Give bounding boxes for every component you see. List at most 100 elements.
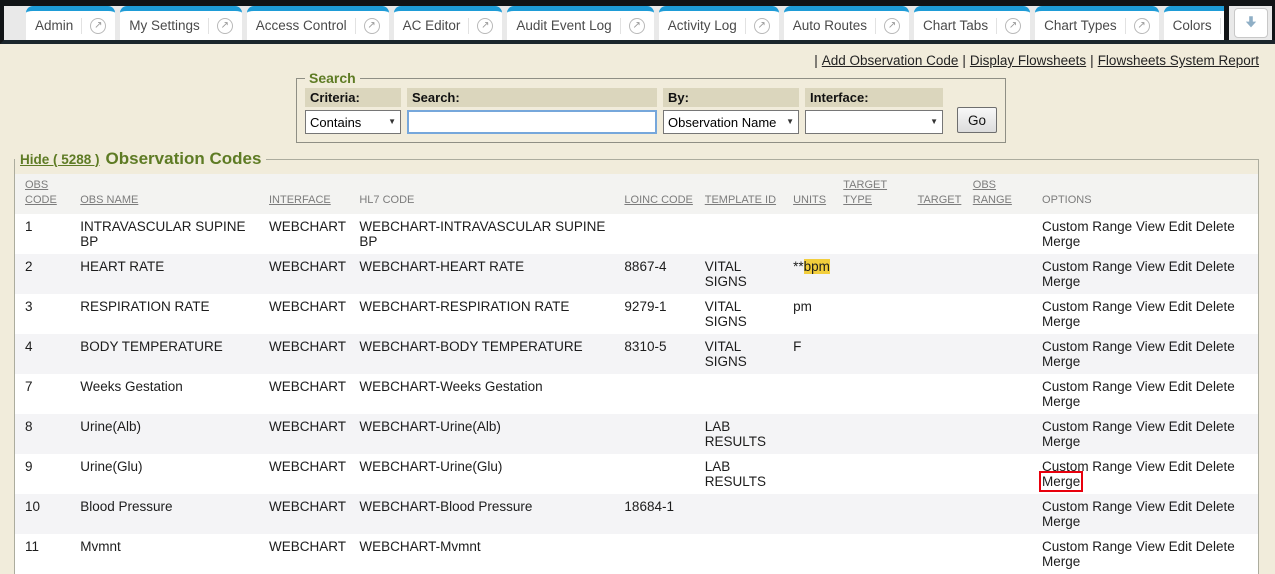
sort-link-obs-name[interactable]: OBS NAME	[80, 194, 138, 206]
cell-obs-range	[973, 254, 1042, 294]
view-link[interactable]: View	[1136, 379, 1165, 394]
cell-interface: WEBCHART	[269, 294, 359, 334]
tab-activity-log[interactable]: Activity Log↗	[659, 6, 779, 40]
cell-target	[918, 414, 973, 454]
cell-target-type	[843, 334, 917, 374]
scroll-tabs-button[interactable]	[1234, 8, 1268, 38]
view-link[interactable]: View	[1136, 419, 1165, 434]
interface-select[interactable]	[805, 110, 943, 134]
sort-link-obs-code[interactable]: OBS CODE	[25, 179, 57, 206]
header-links: |Add Observation Code|Display Flowsheets…	[0, 44, 1275, 70]
cell-options: Custom Range View Edit Delete Merge	[1042, 334, 1258, 374]
link-add-observation-code[interactable]: Add Observation Code	[822, 53, 959, 68]
custom-range-link[interactable]: Custom Range	[1042, 339, 1132, 354]
custom-range-link[interactable]: Custom Range	[1042, 539, 1132, 554]
edit-link[interactable]: Edit	[1169, 379, 1192, 394]
edit-link[interactable]: Edit	[1169, 299, 1192, 314]
delete-link[interactable]: Delete	[1196, 339, 1235, 354]
column-header-options: OPTIONS	[1042, 174, 1258, 214]
view-link[interactable]: View	[1136, 459, 1165, 474]
sort-link-loinc-code[interactable]: LOINC CODE	[624, 194, 692, 206]
tab-colors[interactable]: Colors↗	[1164, 6, 1224, 40]
tab-auto-routes[interactable]: Auto Routes↗	[784, 6, 909, 40]
merge-link[interactable]: Merge	[1042, 354, 1080, 369]
sort-link-target-type[interactable]: TARGET TYPE	[843, 179, 887, 206]
edit-link[interactable]: Edit	[1169, 539, 1192, 554]
tab-chart-types[interactable]: Chart Types↗	[1035, 6, 1159, 40]
tab-audit-event-log[interactable]: Audit Event Log↗	[507, 6, 653, 40]
cell-obs-name: Urine(Glu)	[80, 454, 269, 494]
view-link[interactable]: View	[1136, 219, 1165, 234]
edit-link[interactable]: Edit	[1169, 499, 1192, 514]
search-input[interactable]	[407, 110, 657, 134]
cell-target	[918, 294, 973, 334]
tab-ac-editor[interactable]: AC Editor↗	[394, 6, 503, 40]
tab-icon-wrap: ↗	[208, 18, 233, 34]
view-link[interactable]: View	[1136, 259, 1165, 274]
cell-units	[793, 414, 843, 454]
cell-interface: WEBCHART	[269, 454, 359, 494]
custom-range-link[interactable]: Custom Range	[1042, 499, 1132, 514]
edit-link[interactable]: Edit	[1169, 419, 1192, 434]
sort-link-interface[interactable]: INTERFACE	[269, 194, 331, 206]
sort-link-template-id[interactable]: TEMPLATE ID	[705, 194, 776, 206]
cell-obs-code: 3	[15, 294, 80, 334]
view-link[interactable]: View	[1136, 339, 1165, 354]
cell-target-type	[843, 374, 917, 414]
custom-range-link[interactable]: Custom Range	[1042, 259, 1132, 274]
delete-link[interactable]: Delete	[1196, 419, 1235, 434]
edit-link[interactable]: Edit	[1169, 219, 1192, 234]
cell-units	[793, 454, 843, 494]
tab-icon-wrap: ↗	[996, 18, 1021, 34]
by-select[interactable]: Observation Name	[663, 110, 799, 134]
cell-target	[918, 254, 973, 294]
search-row: Criteria: Contains Search: By: Observati…	[305, 88, 997, 134]
hide-count-link[interactable]: Hide ( 5288 )	[20, 152, 100, 167]
tab-admin[interactable]: Admin↗	[26, 6, 115, 40]
sort-link-target[interactable]: TARGET	[918, 194, 962, 206]
cell-target	[918, 494, 973, 534]
tab-icon-wrap: ↗	[1125, 18, 1150, 34]
custom-range-link[interactable]: Custom Range	[1042, 379, 1132, 394]
cell-target-type	[843, 494, 917, 534]
merge-link[interactable]: Merge	[1042, 314, 1080, 329]
sort-link-units[interactable]: UNITS	[793, 194, 826, 206]
merge-link[interactable]: Merge	[1042, 234, 1080, 249]
custom-range-link[interactable]: Custom Range	[1042, 459, 1132, 474]
edit-link[interactable]: Edit	[1169, 339, 1192, 354]
delete-link[interactable]: Delete	[1196, 499, 1235, 514]
link-flowsheets-system-report[interactable]: Flowsheets System Report	[1098, 53, 1259, 68]
custom-range-link[interactable]: Custom Range	[1042, 299, 1132, 314]
delete-link[interactable]: Delete	[1196, 379, 1235, 394]
custom-range-link[interactable]: Custom Range	[1042, 219, 1132, 234]
merge-link[interactable]: Merge	[1042, 394, 1080, 409]
cell-target-type	[843, 214, 917, 254]
link-separator: |	[810, 53, 822, 68]
merge-link[interactable]: Merge	[1042, 434, 1080, 449]
merge-link[interactable]: Merge	[1042, 474, 1080, 489]
tab-label: Auto Routes	[793, 18, 875, 33]
delete-link[interactable]: Delete	[1196, 459, 1235, 474]
view-link[interactable]: View	[1136, 299, 1165, 314]
delete-link[interactable]: Delete	[1196, 299, 1235, 314]
by-group: By: Observation Name	[663, 88, 799, 134]
custom-range-link[interactable]: Custom Range	[1042, 419, 1132, 434]
delete-link[interactable]: Delete	[1196, 539, 1235, 554]
view-link[interactable]: View	[1136, 499, 1165, 514]
view-link[interactable]: View	[1136, 539, 1165, 554]
cell-options: Custom Range View Edit Delete Merge	[1042, 254, 1258, 294]
tab-access-control[interactable]: Access Control↗	[247, 6, 389, 40]
edit-link[interactable]: Edit	[1169, 459, 1192, 474]
link-display-flowsheets[interactable]: Display Flowsheets	[970, 53, 1086, 68]
merge-link[interactable]: Merge	[1042, 514, 1080, 529]
merge-link[interactable]: Merge	[1042, 274, 1080, 289]
delete-link[interactable]: Delete	[1196, 219, 1235, 234]
sort-link-obs-range[interactable]: OBS RANGE	[973, 179, 1012, 206]
go-button[interactable]: Go	[957, 107, 997, 133]
edit-link[interactable]: Edit	[1169, 259, 1192, 274]
tab-chart-tabs[interactable]: Chart Tabs↗	[914, 6, 1030, 40]
tab-my-settings[interactable]: My Settings↗	[120, 6, 242, 40]
column-header-template-id: TEMPLATE ID	[705, 174, 793, 214]
criteria-select[interactable]: Contains	[305, 110, 401, 134]
delete-link[interactable]: Delete	[1196, 259, 1235, 274]
